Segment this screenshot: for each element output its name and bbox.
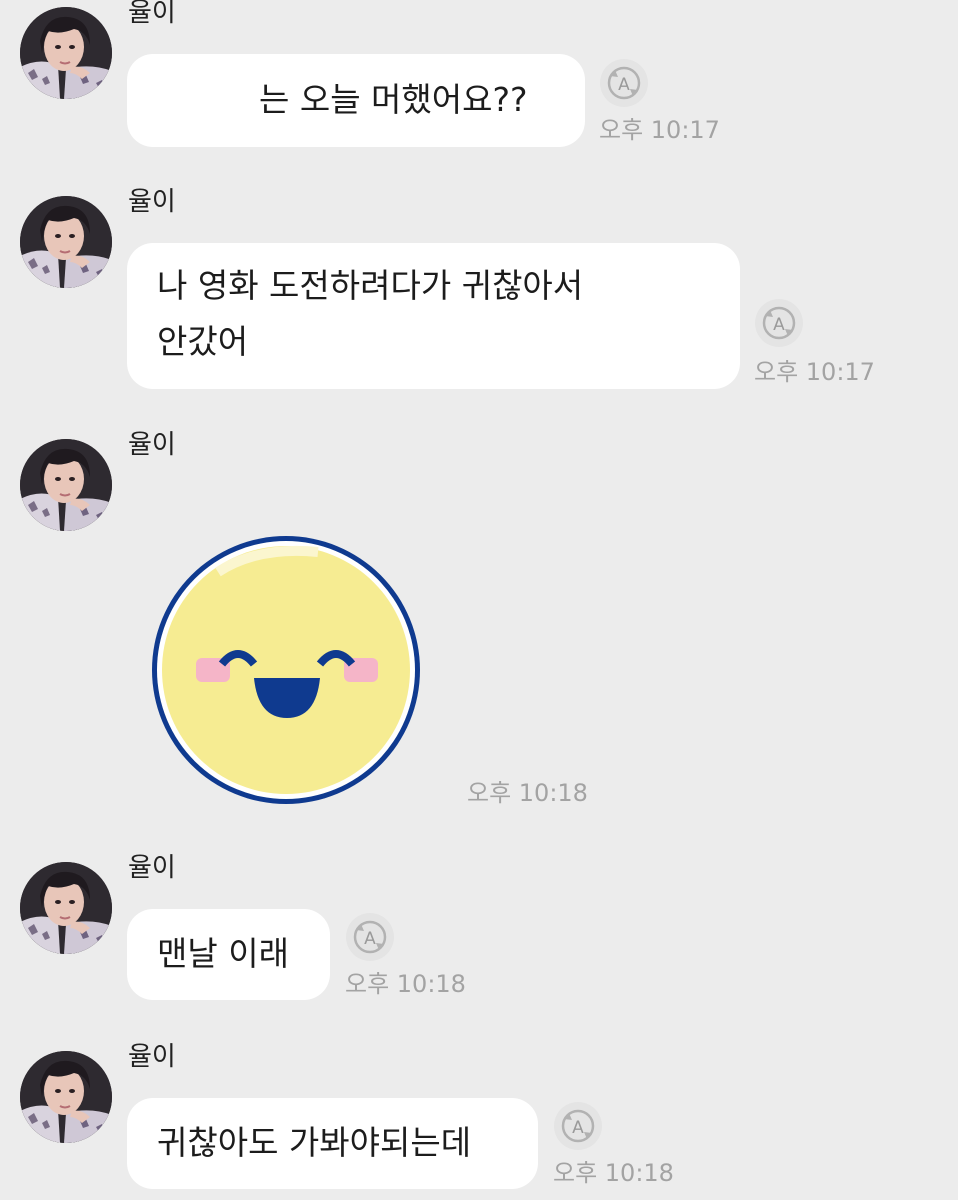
sender-name: 율이	[128, 853, 176, 883]
message-bubble[interactable]: 맨날 이래	[127, 909, 330, 1000]
message-bubble[interactable]: 나 영화 도전하려다가 귀찮아서 안갔어	[127, 243, 740, 389]
message-time: 오후 10:17	[599, 116, 720, 144]
message-time: 오후 10:18	[553, 1159, 674, 1187]
message-text: 는 오늘 머했어요??	[259, 80, 528, 119]
auto-translate-icon[interactable]	[754, 298, 804, 348]
avatar[interactable]	[20, 196, 112, 288]
message-time: 오후 10:17	[754, 358, 875, 386]
message-bubble[interactable]: 귀찮아도 가봐야되는데	[127, 1098, 538, 1189]
auto-translate-icon[interactable]	[345, 912, 395, 962]
message-text: 귀찮아도 가봐야되는데	[157, 1123, 472, 1162]
smiling-face-sticker[interactable]	[148, 532, 424, 808]
message-text-line: 나 영화 도전하려다가 귀찮아서	[157, 266, 584, 305]
message-text-line: 안갔어	[157, 322, 249, 361]
message-time: 오후 10:18	[467, 779, 588, 807]
avatar[interactable]	[20, 862, 112, 954]
sender-name: 율이	[128, 0, 176, 28]
auto-translate-icon[interactable]	[553, 1101, 603, 1151]
avatar[interactable]	[20, 1051, 112, 1143]
auto-translate-icon[interactable]	[599, 58, 649, 108]
message-time: 오후 10:18	[345, 970, 466, 998]
sender-name: 율이	[128, 1042, 176, 1072]
sender-name: 율이	[128, 187, 176, 217]
sender-name: 율이	[128, 430, 176, 460]
message-bubble[interactable]: 는 오늘 머했어요??	[127, 54, 585, 147]
avatar[interactable]	[20, 439, 112, 531]
message-text: 맨날 이래	[157, 934, 289, 973]
avatar[interactable]	[20, 7, 112, 99]
